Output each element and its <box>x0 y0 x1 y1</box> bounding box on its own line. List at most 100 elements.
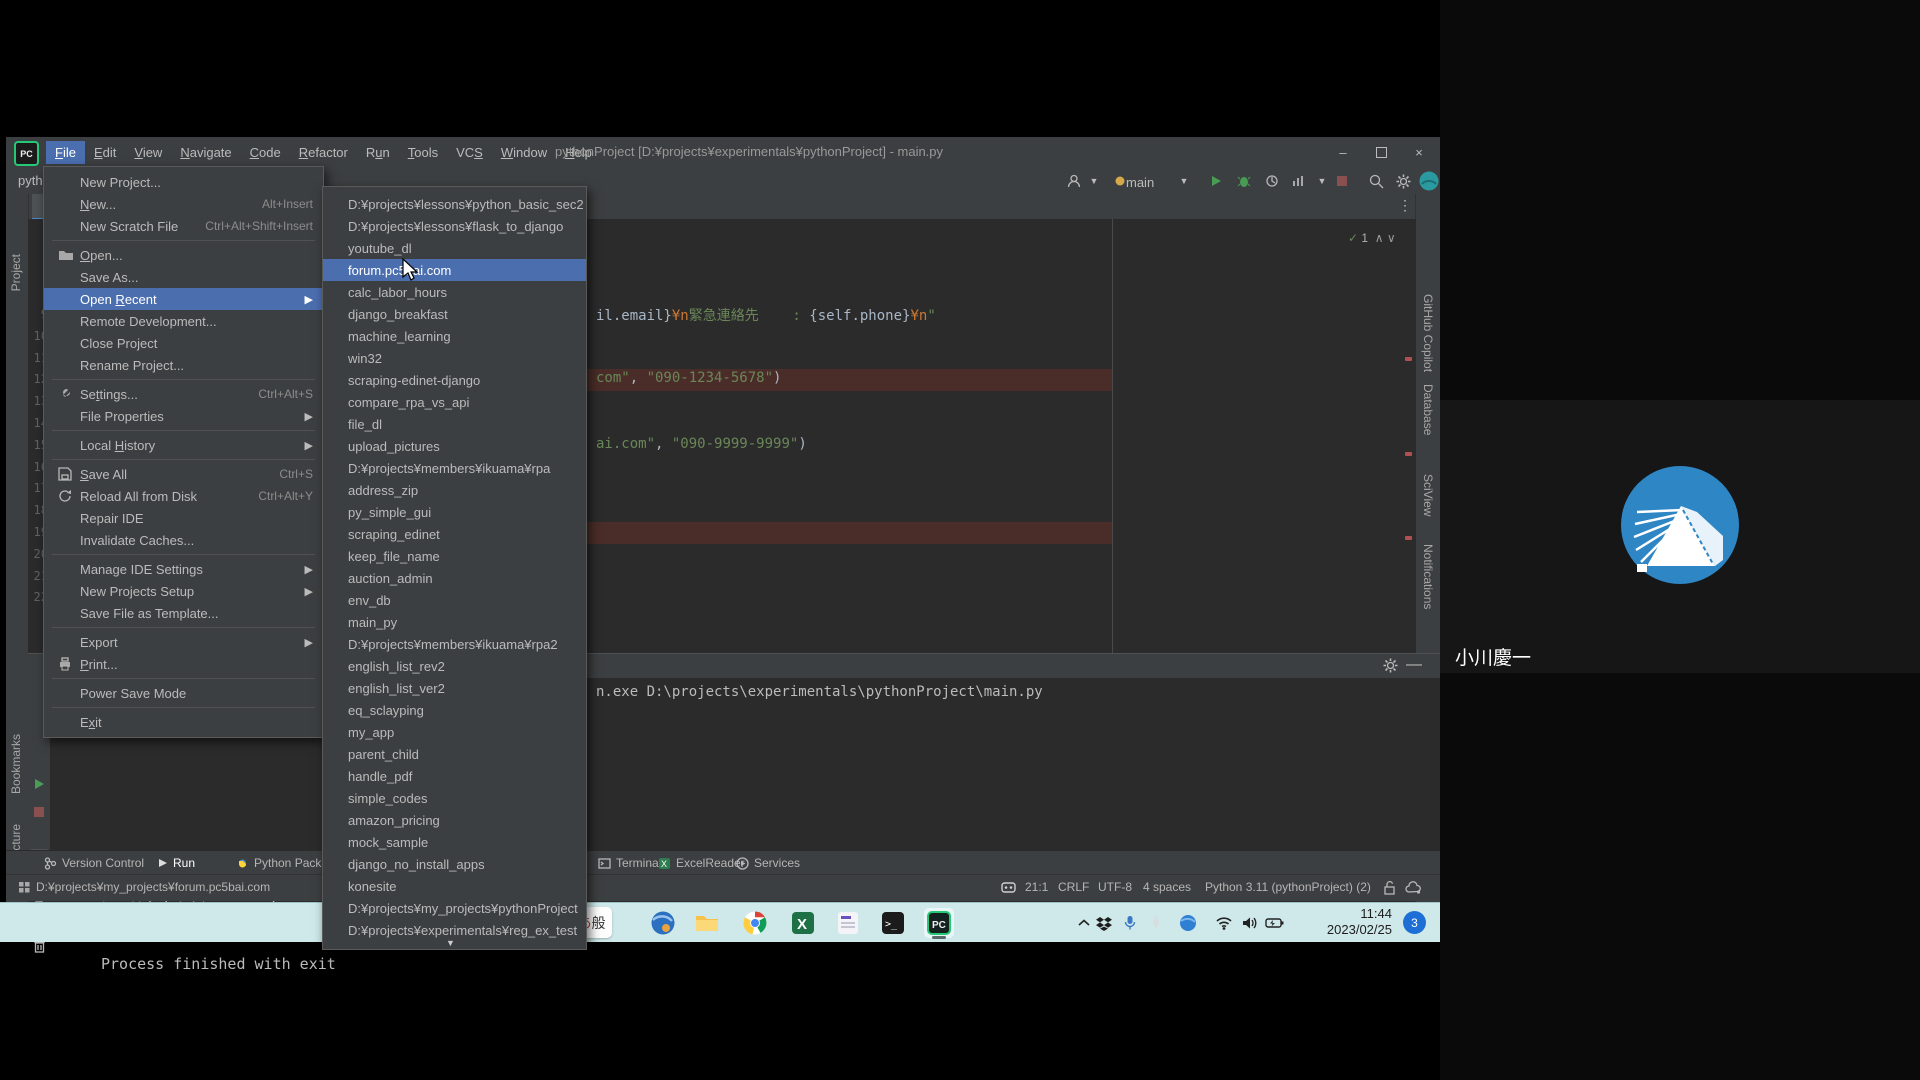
recent-project-item[interactable]: D:¥projects¥my_projects¥pythonProject <box>323 897 586 919</box>
recent-project-item[interactable]: eq_sclayping <box>323 699 586 721</box>
file-menu-item-file-properties[interactable]: File Properties▶ <box>44 405 323 427</box>
ide-settings-gear-icon[interactable] <box>1393 171 1413 191</box>
console-settings-gear-icon[interactable] <box>1383 658 1398 673</box>
file-menu-item-export[interactable]: Export▶ <box>44 631 323 653</box>
file-menu-item-remote-development[interactable]: Remote Development... <box>44 310 323 332</box>
tray-battery-icon[interactable] <box>1264 913 1284 933</box>
recent-project-item[interactable]: forum.pc5bai.com <box>323 259 586 281</box>
coverage-button[interactable] <box>1262 171 1282 191</box>
recent-project-item[interactable]: amazon_pricing <box>323 809 586 831</box>
scroll-more-icon[interactable]: ▼ <box>446 938 455 948</box>
recent-project-item[interactable]: scraping_edinet <box>323 523 586 545</box>
file-menu-item-open[interactable]: Open... <box>44 244 323 266</box>
file-menu-item-power-save-mode[interactable]: Power Save Mode <box>44 682 323 704</box>
file-menu-item-invalidate-caches[interactable]: Invalidate Caches... <box>44 529 323 551</box>
tray-wifi-icon[interactable] <box>1214 913 1234 933</box>
menubar-item-file[interactable]: File <box>46 141 85 164</box>
branch-caret-icon[interactable]: ▼ <box>1174 171 1194 191</box>
recent-project-item[interactable]: django_breakfast <box>323 303 586 325</box>
menubar-item-code[interactable]: Code <box>241 141 290 164</box>
tray-dropbox-icon[interactable] <box>1094 913 1114 933</box>
recent-project-item[interactable]: simple_codes <box>323 787 586 809</box>
search-everywhere-icon[interactable] <box>1366 171 1386 191</box>
taskbar-app-chrome[interactable] <box>740 908 770 938</box>
debug-button[interactable] <box>1234 171 1254 191</box>
editor-split-divider[interactable] <box>1112 219 1113 653</box>
recent-project-item[interactable]: konesite <box>323 875 586 897</box>
tool-tab-excelreader[interactable]: XExcelReader <box>658 851 745 875</box>
tray-volume-icon[interactable] <box>1240 913 1260 933</box>
recent-project-item[interactable]: env_db <box>323 589 586 611</box>
tool-tab-run[interactable]: Run <box>158 851 195 875</box>
user-avatar[interactable] <box>1419 171 1439 191</box>
profiler-button[interactable] <box>1288 171 1308 191</box>
close-button[interactable]: × <box>1400 137 1438 167</box>
recent-project-item[interactable]: D:¥projects¥members¥ikuama¥rpa <box>323 457 586 479</box>
menubar-item-run[interactable]: Run <box>357 141 399 164</box>
file-menu-item-new-projects-setup[interactable]: New Projects Setup▶ <box>44 580 323 602</box>
project-icon[interactable] <box>18 881 31 894</box>
file-menu-item-save-all[interactable]: Save AllCtrl+S <box>44 463 323 485</box>
taskbar-app-excel[interactable]: X <box>788 908 818 938</box>
line-ending[interactable]: CRLF <box>1058 880 1089 894</box>
maximize-button[interactable] <box>1362 137 1400 167</box>
git-branch-name[interactable]: main <box>1126 175 1154 190</box>
recent-project-item[interactable]: english_list_rev2 <box>323 655 586 677</box>
recent-project-item[interactable]: english_list_ver2 <box>323 677 586 699</box>
tool-tab-terminal[interactable]: Terminal <box>598 851 661 875</box>
inspections-widget[interactable]: ✓ 1 ∧ ∨ <box>1348 231 1396 245</box>
menubar-item-window[interactable]: Window <box>492 141 556 164</box>
file-menu-item-settings[interactable]: Settings...Ctrl+Alt+S <box>44 383 323 405</box>
recent-project-item[interactable]: D:¥projects¥lessons¥python_basic_sec2 <box>323 193 586 215</box>
error-stripe-mark[interactable] <box>1405 357 1412 361</box>
menubar-item-edit[interactable]: Edit <box>85 141 125 164</box>
file-menu-item-print[interactable]: Print... <box>44 653 323 675</box>
file-menu-item-new[interactable]: New...Alt+Insert <box>44 193 323 215</box>
recent-project-item[interactable]: my_app <box>323 721 586 743</box>
file-menu-item-reload-all-from-disk[interactable]: Reload All from DiskCtrl+Alt+Y <box>44 485 323 507</box>
menubar-item-vcs[interactable]: VCS <box>447 141 492 164</box>
recent-project-item[interactable]: file_dl <box>323 413 586 435</box>
stop-button[interactable] <box>1332 171 1352 191</box>
menubar-item-tools[interactable]: Tools <box>399 141 447 164</box>
taskbar-app-pycharm[interactable]: PC <box>924 908 954 938</box>
recent-project-item[interactable]: D:¥projects¥members¥ikuama¥rpa2 <box>323 633 586 655</box>
file-menu-item-open-recent[interactable]: Open Recent▶ <box>44 288 323 310</box>
recent-project-item[interactable]: django_no_install_apps <box>323 853 586 875</box>
recent-project-item[interactable]: calc_labor_hours <box>323 281 586 303</box>
stop-console-button[interactable] <box>29 802 49 822</box>
recent-project-item[interactable]: machine_learning <box>323 325 586 347</box>
editor-options-kebab-icon[interactable]: ⋮ <box>1398 197 1412 214</box>
file-menu-item-new-project[interactable]: New Project... <box>44 171 323 193</box>
file-menu-item-manage-ide-settings[interactable]: Manage IDE Settings▶ <box>44 558 323 580</box>
tray-mic-icon[interactable] <box>1120 913 1140 933</box>
code-with-me-icon[interactable] <box>1064 171 1084 191</box>
error-stripe-mark[interactable] <box>1405 452 1412 456</box>
console-collapse-icon[interactable]: — <box>1406 656 1422 674</box>
caret-position[interactable]: 21:1 <box>1025 880 1048 894</box>
indent-setting[interactable]: 4 spaces <box>1143 880 1191 894</box>
tray-pin-faint-icon[interactable] <box>1146 913 1166 933</box>
recent-project-item[interactable]: parent_child <box>323 743 586 765</box>
recent-project-item[interactable]: auction_admin <box>323 567 586 589</box>
error-stripe-mark[interactable] <box>1405 536 1412 540</box>
tool-tab-services[interactable]: Services <box>736 851 800 875</box>
recent-project-item[interactable]: win32 <box>323 347 586 369</box>
recent-project-item[interactable]: main_py <box>323 611 586 633</box>
recent-project-item[interactable]: youtube_dl <box>323 237 586 259</box>
tray-chevron-up-icon[interactable] <box>1074 913 1094 933</box>
file-menu-item-close-project[interactable]: Close Project <box>44 332 323 354</box>
taskbar-clock[interactable]: 11:44 2023/02/25 <box>1327 906 1392 938</box>
file-menu-item-exit[interactable]: Exit <box>44 711 323 733</box>
menubar-item-navigate[interactable]: Navigate <box>171 141 240 164</box>
notification-badge[interactable]: 3 <box>1403 911 1426 934</box>
lock-icon[interactable] <box>1383 880 1396 895</box>
file-menu-item-repair-ide[interactable]: Repair IDE <box>44 507 323 529</box>
tool-strip-notifications[interactable]: Notifications <box>1421 544 1435 609</box>
tool-tab-version-control[interactable]: Version Control <box>44 851 144 875</box>
run-button[interactable] <box>1206 171 1226 191</box>
file-menu-item-new-scratch-file[interactable]: New Scratch FileCtrl+Alt+Shift+Insert <box>44 215 323 237</box>
python-interpreter[interactable]: Python 3.11 (pythonProject) (2) <box>1205 880 1371 894</box>
file-menu-item-save-as[interactable]: Save As... <box>44 266 323 288</box>
tool-strip-github-copilot[interactable]: GitHub Copilot <box>1421 294 1435 372</box>
